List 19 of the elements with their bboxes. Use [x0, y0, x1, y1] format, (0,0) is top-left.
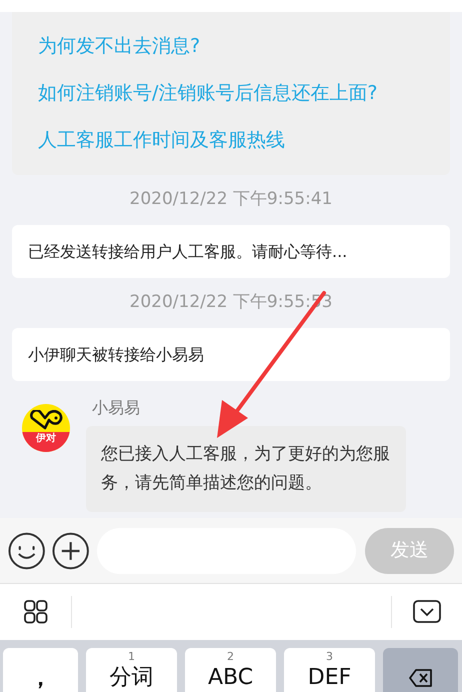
system-message: 小伊聊天被转接给小易易 [12, 328, 450, 381]
system-message: 已经发送转接给用户人工客服。请耐心等待... [12, 225, 450, 278]
keyboard-key[interactable]: 1 分词 [86, 648, 177, 692]
message-bubble: 您已接入人工客服，为了更好的为您服务，请先简单描述您的问题。 [86, 426, 406, 512]
plus-icon[interactable] [52, 532, 90, 570]
backspace-icon [408, 668, 434, 688]
faq-link[interactable]: 如何注销账号/注销账号后信息还在上面? [38, 81, 450, 106]
keyboard-key[interactable]: 3 DEF [284, 648, 375, 692]
emoji-icon[interactable] [8, 532, 46, 570]
hide-keyboard-icon[interactable] [413, 600, 441, 624]
sender-name: 小易易 [92, 397, 141, 419]
keyboard-key[interactable]: 2 ABC [185, 648, 276, 692]
grid-icon[interactable] [24, 600, 48, 624]
faq-link[interactable]: 人工客服工作时间及客服热线 [38, 128, 450, 153]
timestamp: 2020/12/22 下午9:55:41 [130, 188, 332, 212]
avatar-icon[interactable]: 伊对 [22, 404, 70, 452]
faq-link[interactable]: 为何发不出去消息? [38, 34, 450, 59]
keyboard-key[interactable]: ， [3, 648, 78, 692]
delete-key[interactable] [383, 648, 458, 692]
